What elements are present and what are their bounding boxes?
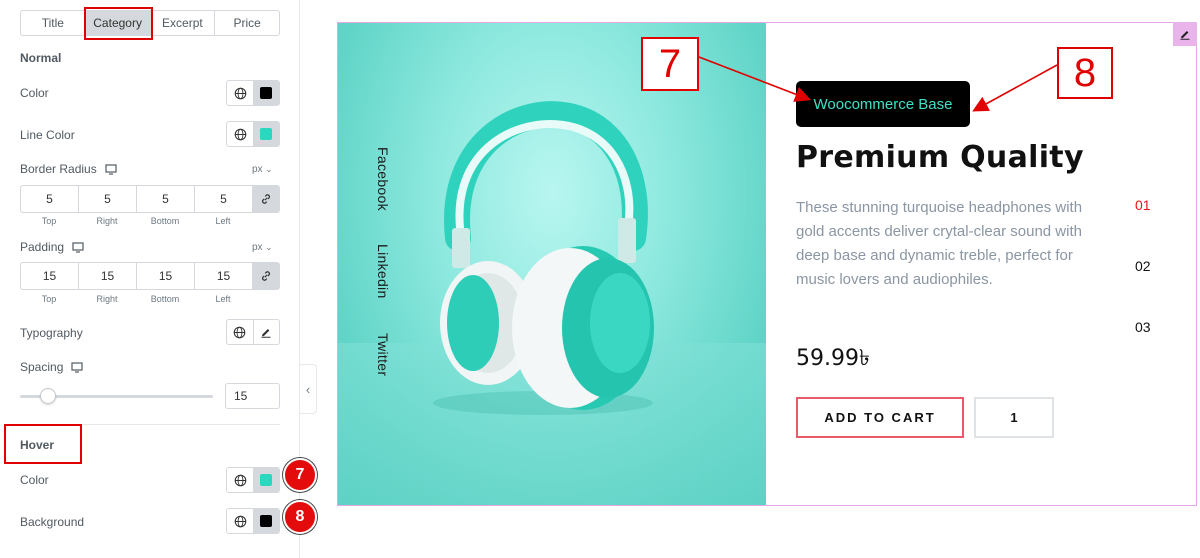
side-label-bottom: Bottom: [150, 216, 180, 226]
desktop-icon[interactable]: [72, 241, 84, 253]
border-radius-bottom-input[interactable]: 5: [136, 185, 194, 213]
add-to-cart-button[interactable]: ADD TO CART: [796, 397, 964, 438]
side-label-top: Top: [41, 294, 57, 304]
padding-left-input[interactable]: 15: [194, 262, 252, 290]
side-label-top: Top: [41, 216, 57, 226]
globe-icon[interactable]: [227, 122, 253, 146]
side-label-right: Right: [96, 216, 118, 226]
chevron-left-icon: ‹: [305, 381, 311, 397]
spacing-slider-thumb[interactable]: [40, 388, 56, 404]
category-badge[interactable]: Woocommerce Base: [796, 81, 970, 127]
border-radius-side-labels: Top Right Bottom Left: [20, 216, 252, 226]
border-radius-inputs: 5 5 5 5: [20, 185, 280, 213]
padding-side-labels: Top Right Bottom Left: [20, 294, 252, 304]
padding-right-input[interactable]: 15: [78, 262, 136, 290]
link-icon[interactable]: [252, 262, 280, 290]
border-radius-top-input[interactable]: 5: [20, 185, 78, 213]
product-excerpt: These stunning turquoise headphones with…: [796, 199, 1083, 288]
hover-color-swatch: [260, 474, 272, 486]
product-title: Premium Quality: [796, 140, 1084, 175]
tab-price[interactable]: Price: [215, 11, 279, 35]
collapse-panel-button[interactable]: ‹: [300, 364, 317, 414]
color-label: Color: [20, 86, 49, 100]
padding-unit-select[interactable]: px: [252, 242, 273, 253]
globe-icon[interactable]: [227, 509, 253, 533]
border-radius-label: Border Radius: [20, 162, 117, 176]
callout-badge-8: 8: [283, 500, 317, 534]
color-control: [226, 80, 280, 106]
hover-background-control: [226, 508, 280, 534]
callout-8: 8: [1057, 47, 1113, 99]
padding-inputs: 15 15 15 15: [20, 262, 280, 290]
active-tab-highlight: [84, 7, 153, 40]
typography-control: [226, 319, 280, 345]
hover-color-control: [226, 467, 280, 493]
border-radius-right-input[interactable]: 5: [78, 185, 136, 213]
padding-label: Padding: [20, 240, 84, 254]
widget-edit-button[interactable]: [1173, 22, 1197, 46]
pencil-icon: [1180, 31, 1190, 40]
globe-icon[interactable]: [227, 81, 253, 105]
slide-nav-03[interactable]: 03: [1135, 319, 1151, 335]
hover-background-label: Background: [20, 515, 85, 529]
slide-nav-01[interactable]: 01: [1135, 197, 1151, 213]
hover-color-label: Color: [20, 473, 49, 487]
style-settings-panel: Title Category Excerpt Price Normal Colo…: [0, 0, 317, 558]
link-icon[interactable]: [252, 185, 280, 213]
normal-heading: Normal: [20, 51, 62, 65]
border-radius-left-input[interactable]: 5: [194, 185, 252, 213]
page-root: Title Category Excerpt Price Normal Colo…: [0, 0, 1200, 558]
slide-nav-02[interactable]: 02: [1135, 258, 1151, 274]
callout-7: 7: [641, 37, 699, 91]
hover-background-swatch-button[interactable]: [253, 509, 279, 533]
side-label-left: Left: [215, 294, 231, 304]
desktop-icon[interactable]: [71, 361, 83, 373]
padding-bottom-input[interactable]: 15: [136, 262, 194, 290]
line-color-control: [226, 121, 280, 147]
color-swatch: [260, 87, 272, 99]
desktop-icon[interactable]: [105, 163, 117, 175]
hover-heading-highlight: [4, 424, 82, 464]
spacing-value-input[interactable]: 15: [225, 383, 280, 409]
color-swatch-button[interactable]: [253, 81, 279, 105]
globe-icon[interactable]: [227, 468, 253, 492]
quantity-input[interactable]: 1: [974, 397, 1054, 438]
side-label-bottom: Bottom: [150, 294, 180, 304]
side-label-left: Left: [215, 216, 231, 226]
line-color-label: Line Color: [20, 128, 75, 142]
callout-badge-7: 7: [283, 458, 317, 492]
line-color-swatch-button[interactable]: [253, 122, 279, 146]
tab-title[interactable]: Title: [21, 11, 86, 35]
spacing-label: Spacing: [20, 360, 83, 374]
border-radius-unit-select[interactable]: px: [252, 164, 273, 175]
side-label-right: Right: [96, 294, 118, 304]
typography-label: Typography: [20, 326, 83, 340]
globe-icon[interactable]: [227, 320, 253, 344]
line-color-swatch: [260, 128, 272, 140]
product-price: 59.99৳: [796, 346, 870, 371]
hover-background-swatch: [260, 515, 272, 527]
hover-color-swatch-button[interactable]: [253, 468, 279, 492]
tab-excerpt[interactable]: Excerpt: [151, 11, 216, 35]
pencil-edit-icon[interactable]: [252, 320, 279, 344]
padding-top-input[interactable]: 15: [20, 262, 78, 290]
